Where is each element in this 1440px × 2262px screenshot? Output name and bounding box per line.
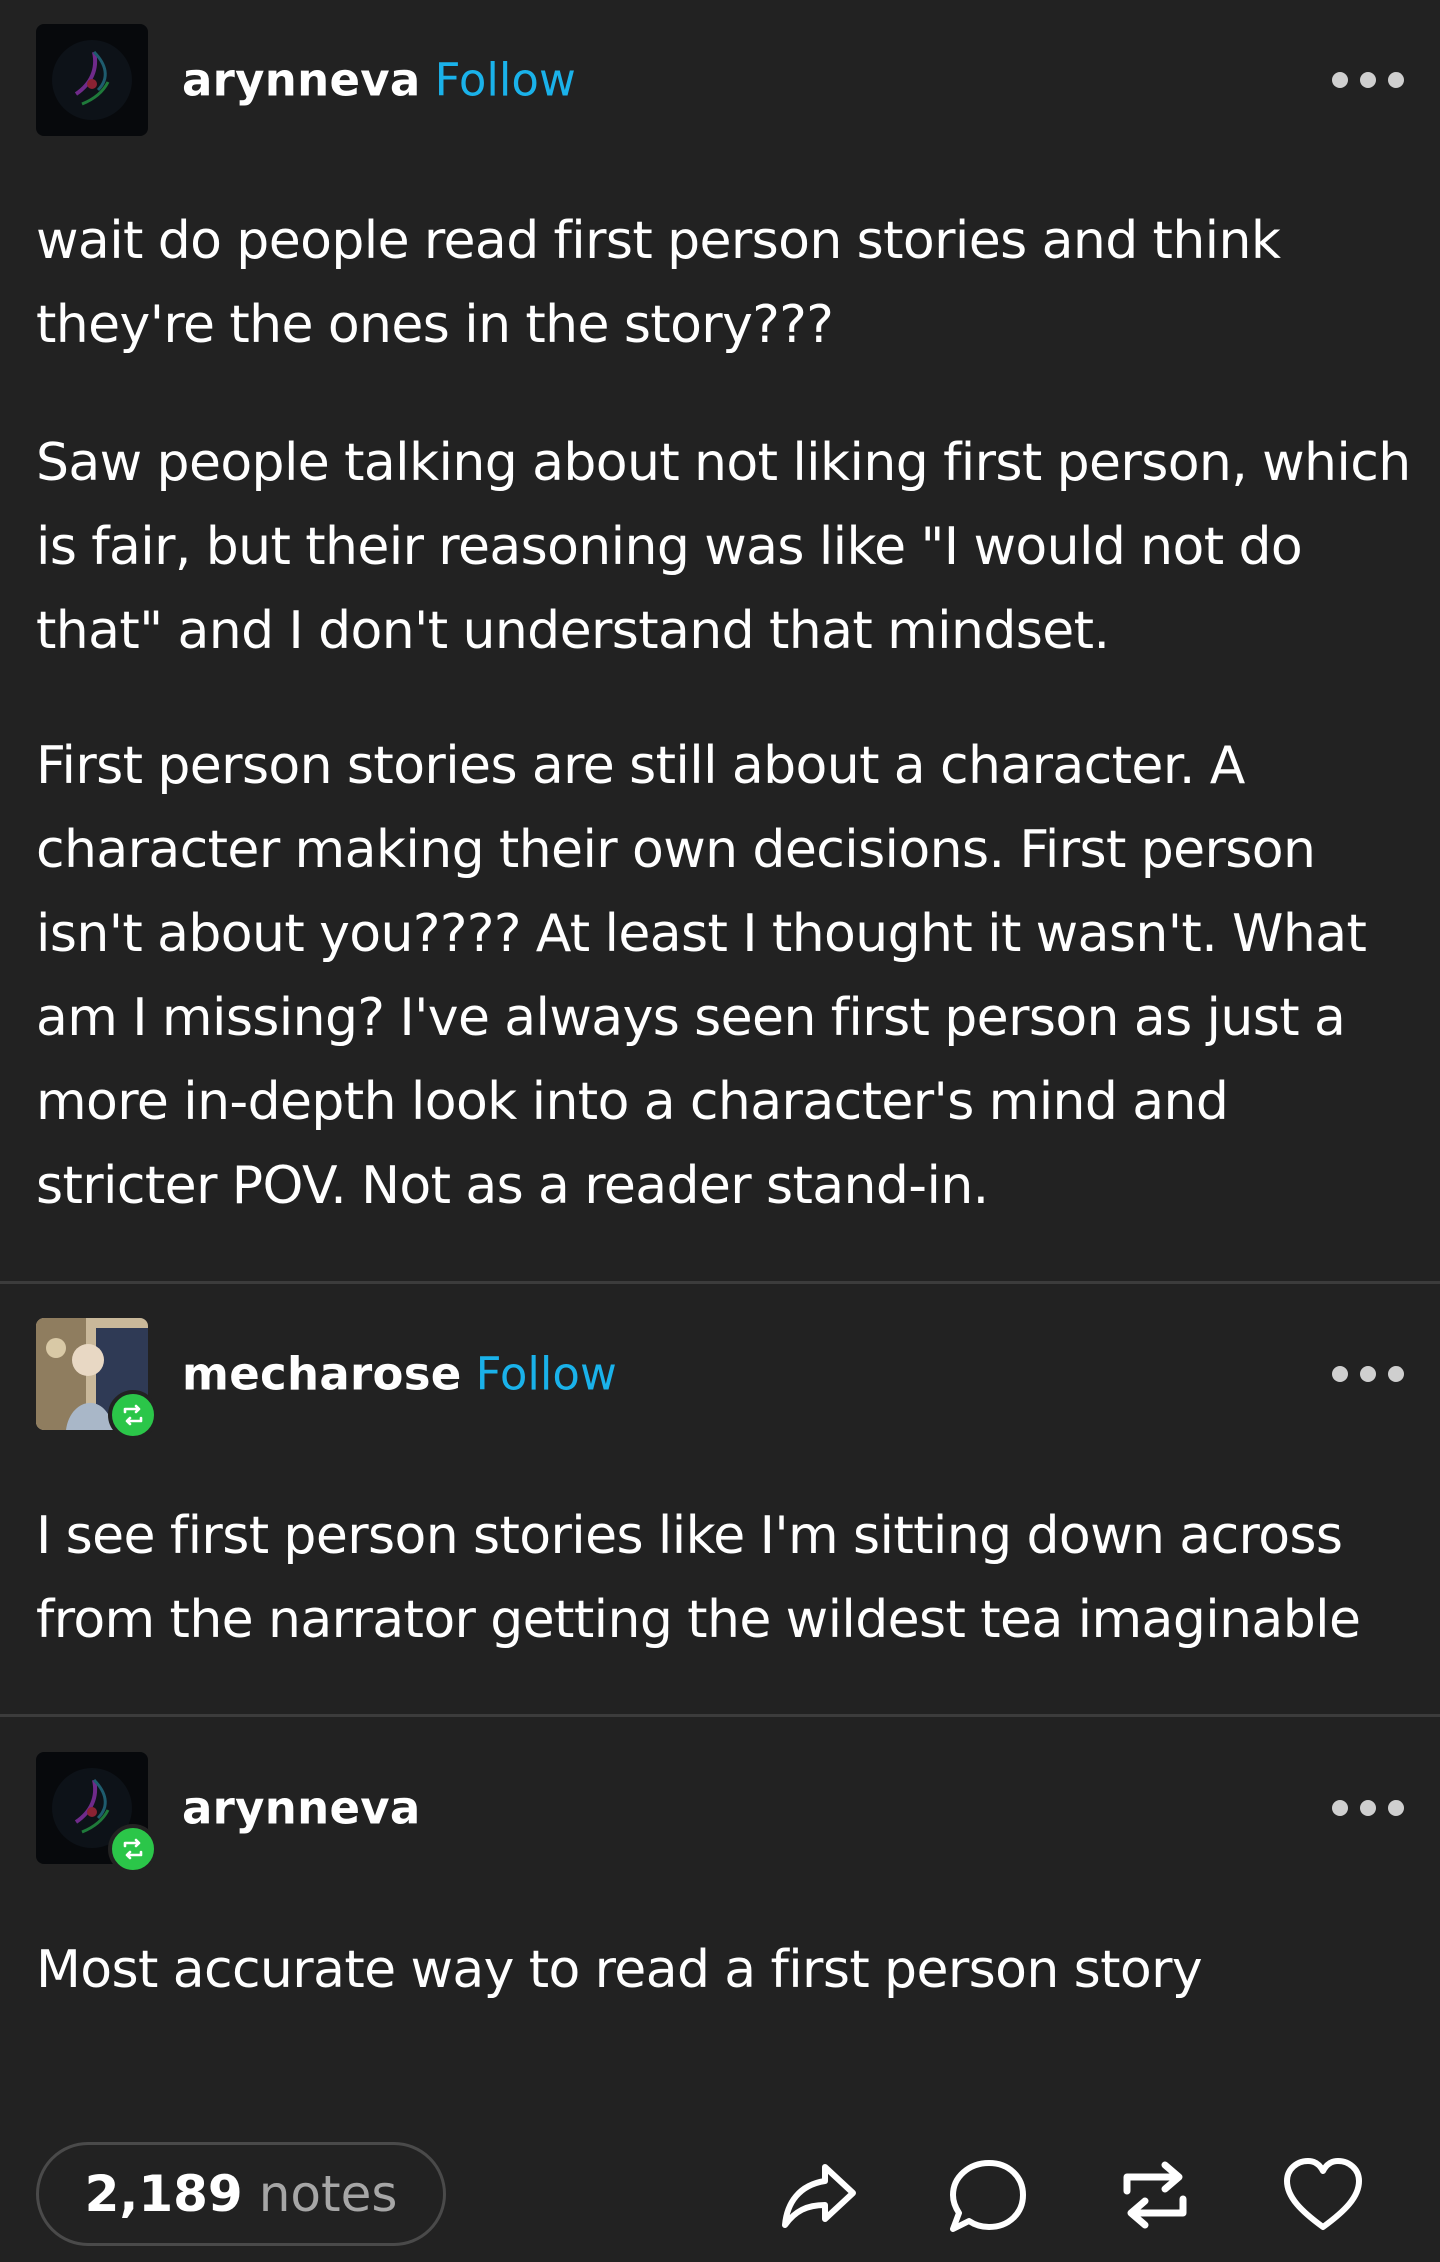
avatar[interactable] <box>36 24 148 136</box>
avatar-image <box>36 24 148 136</box>
username[interactable]: mecharose <box>182 1348 462 1401</box>
reblog-icon <box>108 1390 158 1440</box>
notes-count: 2,189 <box>84 2165 243 2223</box>
like-icon[interactable] <box>1278 2150 1368 2240</box>
share-icon[interactable] <box>774 2150 864 2240</box>
name-line: arynneva <box>182 1782 421 1835</box>
follow-button[interactable]: Follow <box>476 1348 617 1401</box>
divider <box>0 1714 1440 1717</box>
username[interactable]: arynneva <box>182 54 421 107</box>
username[interactable]: arynneva <box>182 1782 421 1835</box>
post-header: arynneva <box>36 1752 1404 1874</box>
follow-button[interactable]: Follow <box>435 54 576 107</box>
more-options-icon[interactable] <box>1332 1359 1404 1389</box>
post-paragraph: Most accurate way to read a first person… <box>36 1940 1203 2000</box>
post-paragraph: wait do people read first person stories… <box>36 211 1281 355</box>
notes-button[interactable]: 2,189 notes <box>36 2142 446 2246</box>
more-options-icon[interactable] <box>1332 1793 1404 1823</box>
post-header: arynneva Follow <box>36 24 1404 136</box>
name-line: arynneva Follow <box>182 54 576 107</box>
name-line: mecharose Follow <box>182 1348 617 1401</box>
reblog-icon <box>108 1824 158 1874</box>
post-paragraph: I see first person stories like I'm sitt… <box>36 1506 1361 1650</box>
more-options-icon[interactable] <box>1332 65 1404 95</box>
post-paragraph: First person stories are still about a c… <box>36 736 1367 1216</box>
notes-label: notes <box>258 2165 398 2223</box>
post-paragraph: Saw people talking about not liking firs… <box>36 433 1411 661</box>
reply-icon[interactable] <box>942 2150 1032 2240</box>
reblog-action-icon[interactable] <box>1110 2150 1200 2240</box>
post-header: mecharose Follow <box>36 1318 1404 1440</box>
divider <box>0 1281 1440 1284</box>
